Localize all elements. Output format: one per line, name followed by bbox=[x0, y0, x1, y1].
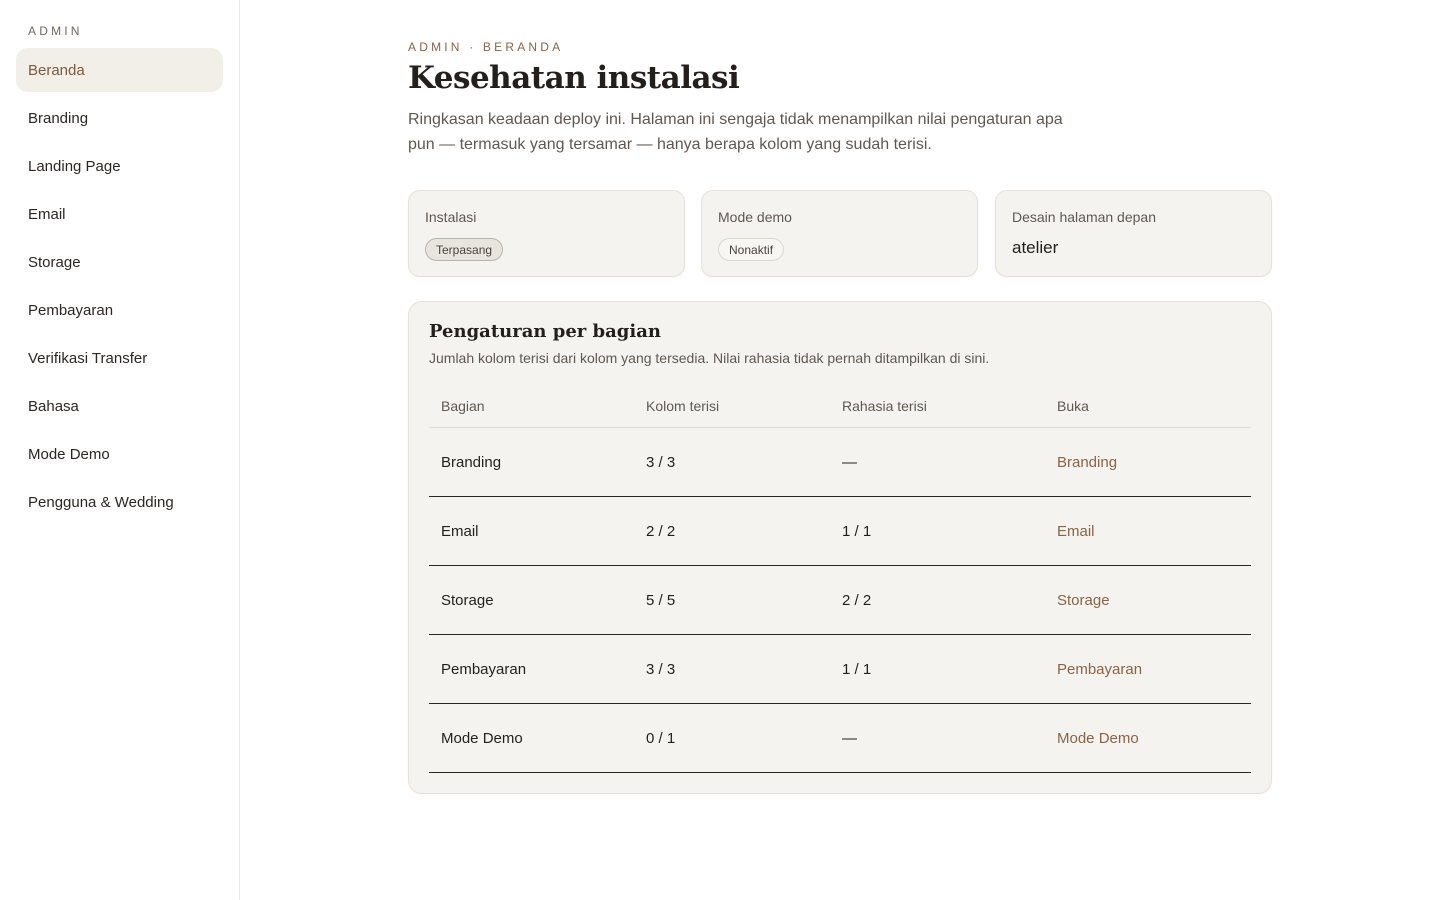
sidebar-item-email[interactable]: Email bbox=[16, 192, 223, 236]
row-section-name: Email bbox=[441, 522, 479, 540]
table-row: Mode Demo 0 / 1 — Mode Demo bbox=[429, 704, 1251, 773]
row-fields-count: 3 / 3 bbox=[646, 660, 676, 678]
sidebar-item-bahasa[interactable]: Bahasa bbox=[16, 384, 223, 428]
row-section-name: Mode Demo bbox=[441, 729, 523, 747]
row-section-name: Storage bbox=[441, 591, 494, 609]
design-card: Desain halaman depan atelier bbox=[995, 190, 1272, 277]
row-secrets-count: — bbox=[842, 453, 857, 471]
page-description: Ringkasan keadaan deploy ini. Halaman in… bbox=[408, 111, 1063, 153]
sidebar-item-mode-demo[interactable]: Mode Demo bbox=[16, 432, 223, 476]
open-storage-link[interactable]: Storage bbox=[1057, 566, 1110, 634]
sidebar-item-storage[interactable]: Storage bbox=[16, 240, 223, 284]
sidebar-item-pembayaran[interactable]: Pembayaran bbox=[16, 288, 223, 332]
panel-title: Pengaturan per bagian bbox=[429, 321, 661, 342]
row-fields-count: 5 / 5 bbox=[646, 591, 676, 609]
install-card-label: Instalasi bbox=[425, 209, 477, 225]
column-header-bagian: Bagian bbox=[441, 398, 485, 414]
install-status-badge: Terpasang bbox=[425, 238, 504, 261]
open-mode-demo-link[interactable]: Mode Demo bbox=[1057, 704, 1139, 772]
row-secrets-count: — bbox=[842, 729, 857, 747]
table-row: Email 2 / 2 1 / 1 Email bbox=[429, 497, 1251, 566]
row-section-name: Pembayaran bbox=[441, 660, 527, 678]
table-row: Storage 5 / 5 2 / 2 Storage bbox=[429, 566, 1251, 635]
demo-mode-status-badge: Nonaktif bbox=[718, 238, 785, 261]
panel-description: Jumlah kolom terisi dari kolom yang ters… bbox=[429, 350, 990, 366]
breadcrumb: ADMIN · BERANDA bbox=[408, 40, 564, 54]
row-section-name: Branding bbox=[441, 453, 502, 471]
column-header-buka: Buka bbox=[1057, 398, 1089, 414]
design-card-label: Desain halaman depan bbox=[1012, 209, 1156, 225]
sections-table: Bagian Kolom terisi Rahasia terisi Buka … bbox=[429, 390, 1251, 773]
open-branding-link[interactable]: Branding bbox=[1057, 428, 1117, 496]
sidebar-nav: Beranda Branding Landing Page Email Stor… bbox=[16, 48, 223, 528]
row-fields-count: 3 / 3 bbox=[646, 453, 676, 471]
design-card-value: atelier bbox=[1012, 238, 1059, 257]
sidebar-heading: ADMIN bbox=[28, 24, 83, 38]
demo-mode-card-label: Mode demo bbox=[718, 209, 792, 225]
sidebar-item-pengguna-wedding[interactable]: Pengguna & Wedding bbox=[16, 480, 223, 524]
row-secrets-count: 1 / 1 bbox=[842, 522, 872, 540]
page-title: Kesehatan instalasi bbox=[408, 60, 740, 96]
row-secrets-count: 1 / 1 bbox=[842, 660, 872, 678]
table-row: Branding 3 / 3 — Branding bbox=[429, 428, 1251, 497]
table-row: Pembayaran 3 / 3 1 / 1 Pembayaran bbox=[429, 635, 1251, 704]
install-card: Instalasi Terpasang bbox=[408, 190, 685, 277]
sidebar-item-branding[interactable]: Branding bbox=[16, 96, 223, 140]
sidebar-item-beranda[interactable]: Beranda bbox=[16, 48, 223, 92]
row-fields-count: 2 / 2 bbox=[646, 522, 676, 540]
sidebar: ADMIN Beranda Branding Landing Page Emai… bbox=[0, 0, 240, 900]
sections-panel: Pengaturan per bagian Jumlah kolom teris… bbox=[408, 301, 1272, 794]
column-header-kolom-terisi: Kolom terisi bbox=[646, 398, 720, 414]
row-secrets-count: 2 / 2 bbox=[842, 591, 872, 609]
column-header-rahasia-terisi: Rahasia terisi bbox=[842, 398, 927, 414]
status-cards: Instalasi Terpasang Mode demo Nonaktif D… bbox=[408, 190, 1272, 277]
open-email-link[interactable]: Email bbox=[1057, 497, 1095, 565]
table-header: Bagian Kolom terisi Rahasia terisi Buka bbox=[429, 390, 1251, 428]
row-fields-count: 0 / 1 bbox=[646, 729, 676, 747]
sidebar-item-landing-page[interactable]: Landing Page bbox=[16, 144, 223, 188]
demo-mode-card: Mode demo Nonaktif bbox=[701, 190, 978, 277]
open-pembayaran-link[interactable]: Pembayaran bbox=[1057, 635, 1142, 703]
sidebar-item-verifikasi-transfer[interactable]: Verifikasi Transfer bbox=[16, 336, 223, 380]
